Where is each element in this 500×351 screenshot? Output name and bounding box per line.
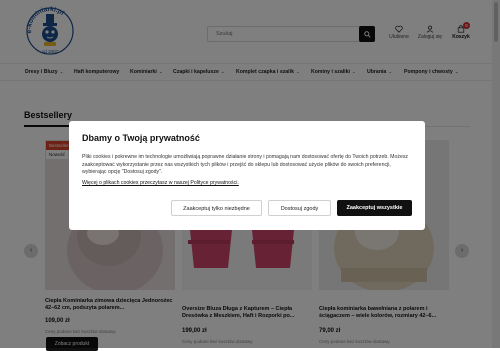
accept-necessary-button[interactable]: Zaakceptuj tylko niezbędne [171, 200, 262, 216]
cookie-consent-modal: Dbamy o Twoją prywatność Pliki cookies i… [69, 121, 425, 230]
accept-all-button[interactable]: Zaakceptuj wszystkie [337, 200, 412, 216]
privacy-policy-link[interactable]: Więcej o plikach cookies przeczytasz w n… [82, 180, 239, 186]
customize-consent-button[interactable]: Dostosuj zgody [268, 200, 331, 216]
modal-title: Dbamy o Twoją prywatność [82, 133, 200, 143]
modal-text: Pliki cookies i pokrewne im technologie … [82, 154, 409, 175]
